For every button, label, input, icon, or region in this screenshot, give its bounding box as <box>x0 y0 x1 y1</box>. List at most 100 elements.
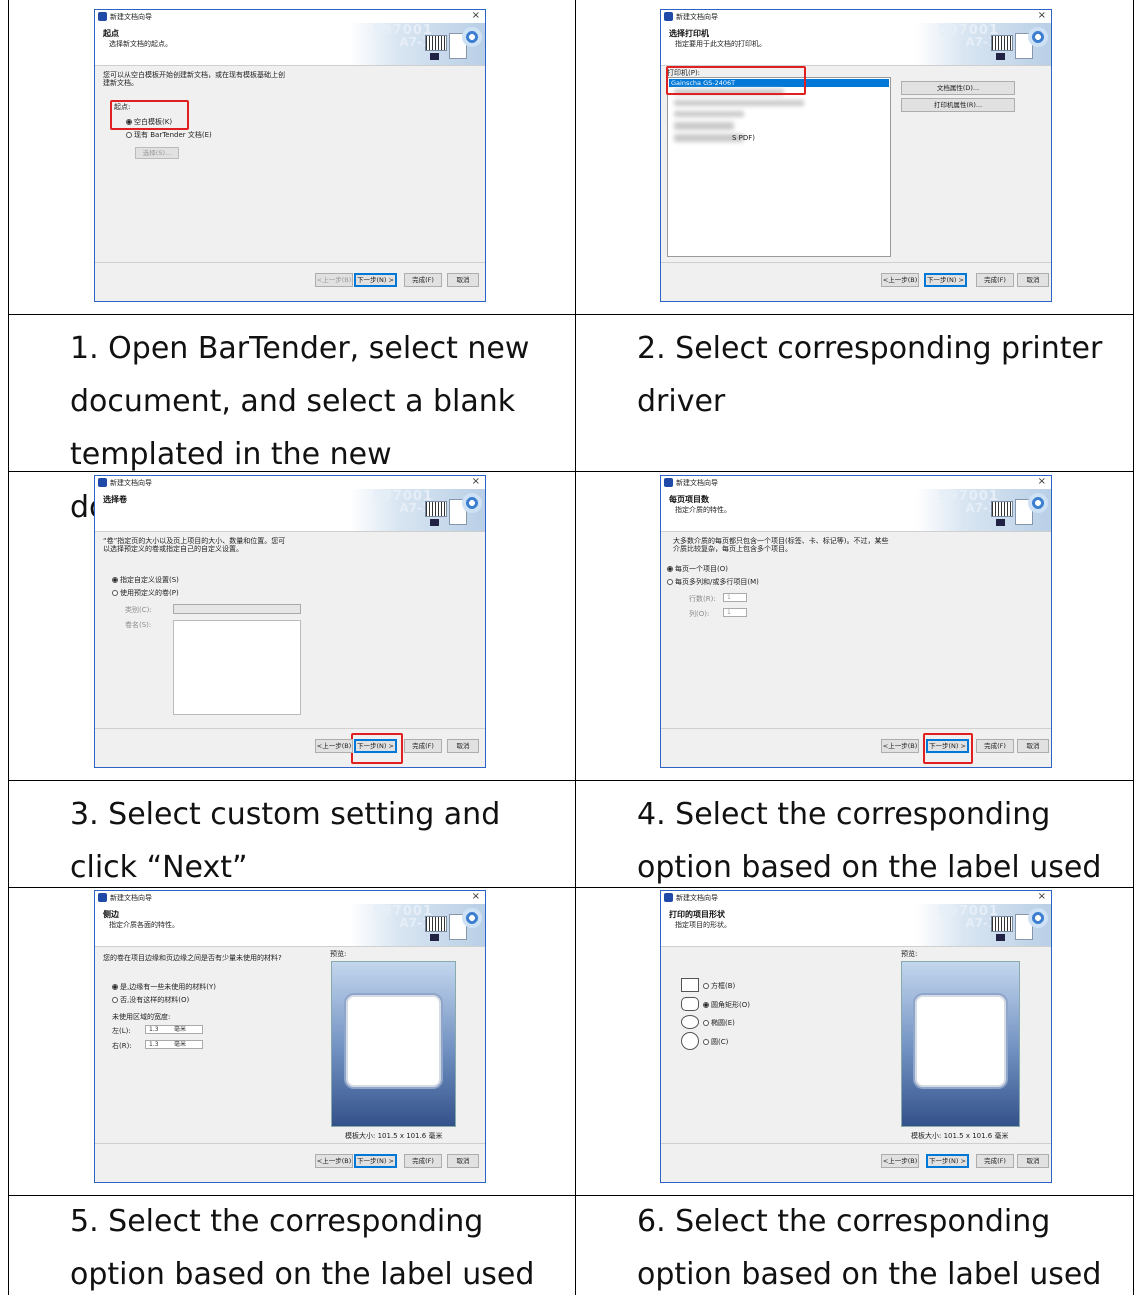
option-label: 否,没有这样的材料(O) <box>120 996 190 1004</box>
finish-button[interactable]: 完成(F) <box>404 739 442 753</box>
rounded-rectangle-shape-icon[interactable] <box>681 997 699 1011</box>
cancel-button[interactable]: 取消 <box>1017 739 1049 753</box>
option-label: 方框(B) <box>711 982 736 990</box>
next-button[interactable]: 下一步(N) > <box>354 273 397 287</box>
close-icon[interactable]: × <box>472 10 480 21</box>
title-bar: 新建文档向导 × <box>95 891 485 904</box>
wizard-banner: 597001 A7-116 <box>350 489 485 531</box>
option-has-unused-material[interactable]: 是,边缘有一些未使用的材料(Y) <box>112 982 216 992</box>
back-button[interactable]: <上一步(B) <box>881 273 919 287</box>
finish-button[interactable]: 完成(F) <box>404 273 442 287</box>
badge-icon <box>996 53 1005 60</box>
back-button[interactable]: <上一步(B) <box>881 739 919 753</box>
barcode-icon <box>425 501 447 517</box>
next-button[interactable]: 下一步(N) > <box>926 739 969 753</box>
option-square[interactable]: 方框(B) <box>703 981 735 991</box>
circle-shape-icon[interactable] <box>681 1032 699 1050</box>
radio-selected-icon <box>703 1002 709 1008</box>
cancel-button[interactable]: 取消 <box>447 273 479 287</box>
wizard-banner: 597001 A7-116 <box>916 489 1051 531</box>
intro-line: 以选择预定义的卷或指定自己的自定义设置。 <box>103 545 243 553</box>
radio-icon <box>112 997 118 1003</box>
badge-icon <box>996 934 1005 941</box>
close-icon[interactable]: × <box>1038 10 1046 21</box>
back-button[interactable]: <上一步(B) <box>881 1154 919 1168</box>
close-icon[interactable]: × <box>1038 476 1046 487</box>
option-multiple-per-page[interactable]: 每页多列和/或多行项目(M) <box>667 577 759 587</box>
option-rounded-rectangle[interactable]: 圆角矩形(O) <box>703 1000 750 1010</box>
rows-label: 行数(R): <box>689 595 716 603</box>
finish-button[interactable]: 完成(F) <box>976 739 1014 753</box>
square-shape-icon[interactable] <box>681 978 699 992</box>
right-margin-value: 1.3 <box>149 1041 159 1048</box>
title-bar: 新建文档向导 × <box>661 476 1051 489</box>
next-button[interactable]: 下一步(N) > <box>924 273 967 287</box>
step-2-caption: 2. Select corresponding printer driver <box>637 331 1103 419</box>
close-icon[interactable]: × <box>1038 891 1046 902</box>
wizard-dialog-step-5: 新建文档向导 × 侧边 指定介质各面的特性。 597001 A7-116 您的卷… <box>94 890 486 1183</box>
cancel-button[interactable]: 取消 <box>447 1154 479 1168</box>
radio-selected-icon <box>667 566 673 572</box>
option-no-unused-material[interactable]: 否,没有这样的材料(O) <box>112 995 189 1005</box>
next-button[interactable]: 下一步(N) > <box>354 739 397 753</box>
wizard-header: 选择打印机 指定要用于此文档的打印机。 597001 A7-116 <box>661 23 1051 66</box>
right-margin-label: 右(R): <box>112 1042 132 1050</box>
document-properties-button[interactable]: 文档属性(D)... <box>901 81 1015 95</box>
columns-stepper[interactable]: 1 <box>723 608 747 617</box>
cancel-button[interactable]: 取消 <box>1017 1154 1049 1168</box>
option-existing-document[interactable]: 现有 BarTender 文档(E) <box>126 130 212 140</box>
option-circle[interactable]: 圆(C) <box>703 1037 728 1047</box>
back-button[interactable]: <上一步(B) <box>315 739 353 753</box>
option-one-per-page[interactable]: 每页一个项目(O) <box>667 564 728 574</box>
close-icon[interactable]: × <box>472 891 480 902</box>
header-subtitle: 指定介质的特性。 <box>675 506 731 514</box>
barcode-icon <box>991 501 1013 517</box>
option-ellipse[interactable]: 椭圆(E) <box>703 1018 735 1028</box>
badge-icon <box>430 519 439 526</box>
close-icon[interactable]: × <box>472 476 480 487</box>
cancel-button[interactable]: 取消 <box>1017 273 1049 287</box>
option-predefined-roll[interactable]: 使用预定义的卷(P) <box>112 588 179 598</box>
wizard-header: 打印的项目形状 指定项目的形状。 597001 A7-116 <box>661 904 1051 947</box>
wizard-dialog-step-6: 新建文档向导 × 打印的项目形状 指定项目的形状。 597001 A7-116 … <box>660 890 1052 1183</box>
barcode-icon <box>425 916 447 932</box>
roll-name-list[interactable] <box>173 620 301 715</box>
printer-list-item[interactable]: S PDF) <box>732 134 755 142</box>
back-button[interactable]: <上一步(B) <box>315 273 353 287</box>
right-margin-input[interactable]: 1.3 毫米 <box>145 1040 203 1049</box>
obscured-printer-entry <box>674 122 734 130</box>
option-label: 椭圆(E) <box>711 1019 735 1027</box>
radio-icon <box>126 132 132 138</box>
category-select[interactable] <box>173 604 301 614</box>
disc-icon <box>1028 493 1048 513</box>
app-icon <box>98 478 107 487</box>
app-icon <box>98 893 107 902</box>
preview-label: 预览: <box>330 950 347 958</box>
next-button[interactable]: 下一步(N) > <box>354 1154 397 1168</box>
table-border-middle <box>575 0 576 1295</box>
footer-separator <box>661 262 1051 263</box>
finish-button[interactable]: 完成(F) <box>976 1154 1014 1168</box>
option-label: 使用预定义的卷(P) <box>120 589 179 597</box>
wizard-dialog-step-3: 新建文档向导 × 选择卷 597001 A7-116 “卷”指定页的大小以及页上… <box>94 475 486 768</box>
finish-button[interactable]: 完成(F) <box>404 1154 442 1168</box>
template-size: 模板大小: 101.5 x 101.6 毫米 <box>911 1132 1009 1140</box>
header-subtitle: 指定介质各面的特性。 <box>109 921 179 929</box>
header-title: 每页项目数 <box>669 495 709 504</box>
highlight-box <box>110 100 189 130</box>
left-margin-value: 1.3 <box>149 1026 159 1033</box>
option-label: 圆(C) <box>711 1038 729 1046</box>
ellipse-shape-icon[interactable] <box>681 1015 699 1029</box>
next-button[interactable]: 下一步(N) > <box>926 1154 969 1168</box>
select-button[interactable]: 选择(S)... <box>135 147 179 159</box>
printer-list[interactable]: Gainscha GS-2406T S PDF) <box>667 77 891 257</box>
cancel-button[interactable]: 取消 <box>447 739 479 753</box>
question-text: 您的卷在项目边缘和页边缘之间是否有少量未使用的材料? <box>103 954 282 962</box>
back-button[interactable]: <上一步(B) <box>315 1154 353 1168</box>
preview-label: 预览: <box>901 950 918 958</box>
printer-properties-button[interactable]: 打印机属性(R)... <box>901 98 1015 112</box>
finish-button[interactable]: 完成(F) <box>976 273 1014 287</box>
left-margin-input[interactable]: 1.3 毫米 <box>145 1025 203 1034</box>
rows-stepper[interactable]: 1 <box>723 593 747 602</box>
option-custom-settings[interactable]: 指定自定义设置(S) <box>112 575 179 585</box>
